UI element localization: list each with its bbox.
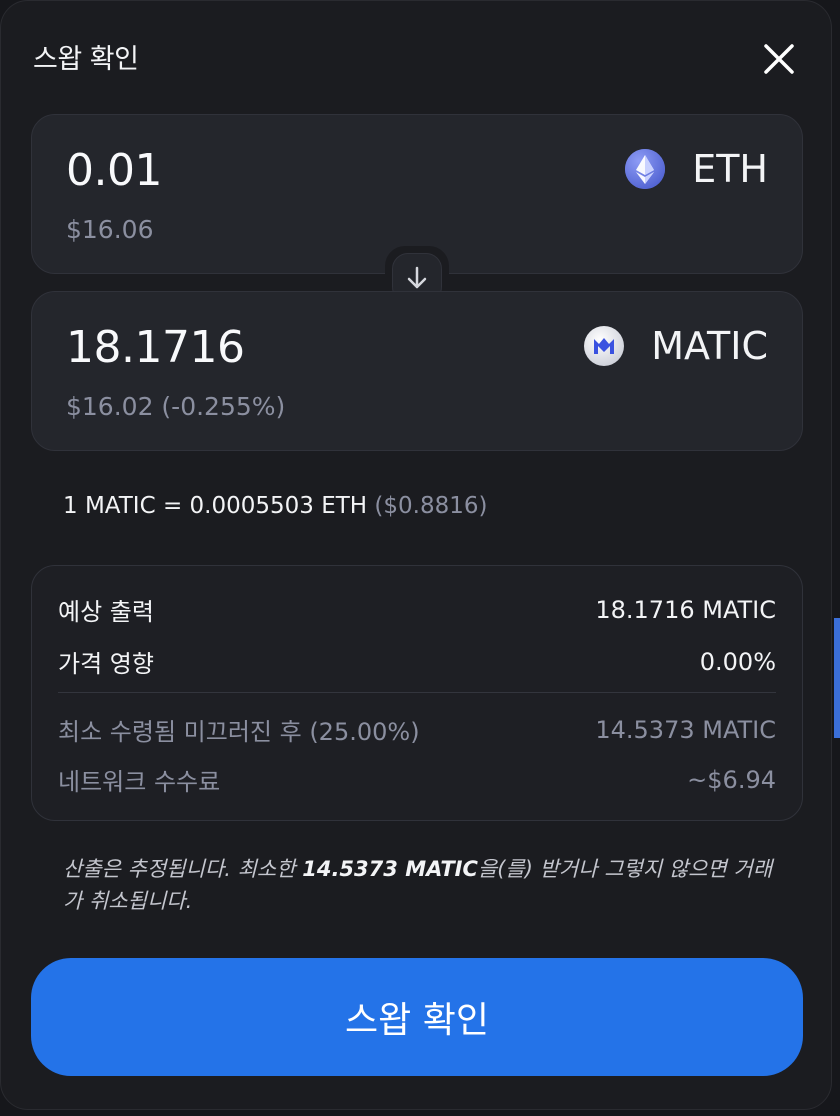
note-prefix: 산출은 추정됩니다. 최소한 [63, 857, 303, 881]
eth-icon [625, 149, 666, 189]
min-received-label: 최소 수령됨 미끄러진 후 (25.00%) [58, 718, 420, 746]
note-amount: 14.5373 MATIC [302, 857, 478, 881]
expected-output-value: 18.1716 MATIC [595, 595, 776, 624]
min-received-row: 최소 수령됨 미끄러진 후 (25.00%) 14.5373 MATIC [58, 712, 776, 747]
details-divider [58, 692, 776, 693]
matic-icon [584, 326, 625, 366]
estimate-note: 산출은 추정됩니다. 최소한 14.5373 MATIC을(를) 받거나 그렇지… [63, 853, 783, 917]
expected-output-label: 예상 출력 [58, 598, 154, 626]
expected-output-row: 예상 출력 18.1716 MATIC [58, 592, 776, 627]
background-accent-strip [834, 618, 840, 738]
from-amount: 0.01 [66, 145, 162, 196]
to-amount: 18.1716 [66, 322, 245, 373]
min-received-value: 14.5373 MATIC [595, 715, 776, 744]
swap-confirm-dialog: 스왑 확인 0.01 $16.06 ETH 18.1716 $16.02 (-0… [0, 0, 832, 1110]
price-impact-value: 0.00% [699, 647, 776, 676]
arrow-down-icon [407, 266, 427, 289]
to-token-symbol: MATIC [651, 324, 768, 368]
swap-details-panel: 예상 출력 18.1716 MATIC 가격 영향 0.00% 최소 수령됨 미… [31, 565, 803, 821]
from-token-symbol: ETH [692, 147, 768, 191]
price-impact-label: 가격 영향 [58, 650, 154, 678]
price-impact-row: 가격 영향 0.00% [58, 644, 776, 679]
from-token: ETH [624, 147, 768, 191]
dialog-title: 스왑 확인 [33, 44, 139, 75]
network-fee-row: 네트워크 수수료 ~$6.94 [58, 762, 776, 797]
network-fee-value: ~$6.94 [687, 765, 776, 794]
exchange-rate-usd: ($0.8816) [374, 493, 488, 519]
to-token-card: 18.1716 $16.02 (-0.255%) MATIC [31, 291, 803, 451]
network-fee-label: 네트워크 수수료 [58, 768, 221, 796]
close-icon [764, 44, 794, 74]
exchange-rate-text: 1 MATIC = 0.0005503 ETH [63, 493, 368, 519]
exchange-rate: 1 MATIC = 0.0005503 ETH ($0.8816) [63, 493, 487, 519]
confirm-swap-button[interactable]: 스왑 확인 [31, 958, 803, 1076]
to-usd-value: $16.02 (-0.255%) [66, 392, 286, 421]
to-token: MATIC [583, 324, 768, 368]
close-button[interactable] [757, 37, 801, 81]
from-usd-value: $16.06 [66, 215, 154, 244]
